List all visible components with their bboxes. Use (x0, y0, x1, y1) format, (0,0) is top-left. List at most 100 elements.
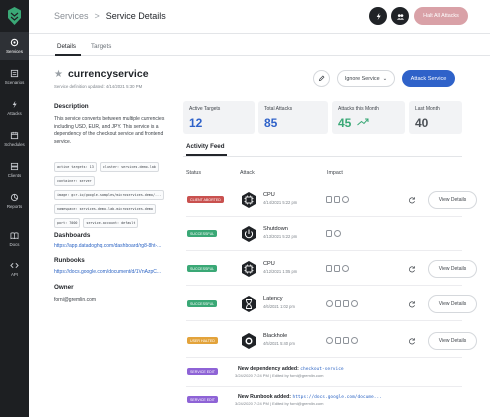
impact-doc-icon (334, 265, 340, 272)
view-details-button[interactable]: View Details (428, 332, 477, 350)
attack-time: 4/12/2021 1:05 pm (263, 269, 298, 274)
attack-name: Blackhole (263, 333, 288, 339)
attack-name: CPU (263, 261, 275, 267)
table-row: USER HALTED Blackhole 4/5/2021 5:40 pm V… (183, 326, 477, 358)
tag: cluster: services-demo-lab (99, 162, 159, 172)
impact-doc-icon (326, 230, 332, 237)
row-divider (186, 320, 462, 321)
shutdown-attack-icon (242, 226, 256, 242)
impact-doc-icon (343, 337, 349, 344)
sidebar-item-api[interactable]: API (0, 255, 29, 283)
table-row: SUCCESSFUL Shutdown 4/13/2021 5:22 pm (183, 219, 462, 251)
view-details-button[interactable]: View Details (428, 295, 477, 313)
clients-icon (10, 162, 19, 171)
event-title: New dependency added: checkout-service (238, 366, 344, 372)
impact-doc-icon (326, 196, 332, 203)
attack-service-button[interactable]: Attack Service (402, 70, 455, 87)
tab-targets[interactable]: Targets (91, 43, 111, 50)
sidebar-item-label: Clients (7, 173, 22, 178)
view-details-button[interactable]: View Details (428, 260, 477, 278)
stat-value: 85 (264, 116, 278, 130)
breadcrumb-separator: > (94, 11, 100, 21)
halt-all-attacks-button[interactable]: Halt All Attacks (414, 7, 468, 25)
table-row: SUCCESSFUL Latency 4/6/2021 1:02 pm View… (183, 289, 477, 321)
breadcrumb-services-link[interactable]: Services (54, 11, 89, 21)
status-badge: SUCCESSFUL (187, 265, 218, 272)
impact-circle-icon (334, 230, 341, 237)
top-header: Services > Service Details Halt All Atta… (29, 0, 490, 34)
owner-heading: Owner (54, 284, 74, 291)
tab-activity-feed[interactable]: Activity Feed (186, 143, 225, 150)
view-details-button[interactable]: View Details (428, 191, 477, 209)
stat-card-active-targets: Active Targets 12 (183, 101, 255, 134)
event-code: https://docs.google.com/docume... (292, 395, 382, 400)
chevron-down-icon: ⌄ (382, 75, 388, 82)
team-icon (396, 13, 404, 20)
sidebar-item-docs[interactable]: Docs (0, 225, 29, 253)
pencil-icon (318, 75, 325, 82)
impact-circle-icon (351, 337, 358, 344)
tag: container: server (54, 176, 95, 186)
sidebar-item-clients[interactable]: Clients (0, 156, 29, 184)
dashboard-link[interactable]: https://app.datadoghq.com/dashboard/rg8-… (54, 243, 161, 249)
impact-icons (326, 230, 341, 237)
event-code: checkout-service (300, 367, 344, 372)
tab-details[interactable]: Details (57, 43, 76, 50)
row-divider (186, 357, 462, 358)
impact-doc-icon (334, 196, 340, 203)
status-badge: SUCCESSFUL (187, 230, 218, 237)
row-divider (186, 386, 462, 387)
activity-event: SERVICE EDIT New dependency added: check… (183, 360, 462, 387)
attacks-icon (12, 100, 17, 109)
row-divider (186, 250, 462, 251)
sidebar-item-label: API (10, 272, 19, 277)
status-badge: SUCCESSFUL (187, 300, 218, 307)
calendar-icon (10, 131, 19, 140)
stat-label: Attacks this Month (338, 106, 379, 112)
event-subtext: 3/24/2020 7:24 PM | Edited by forni@grem… (235, 373, 324, 378)
docs-icon (10, 232, 19, 240)
impact-doc-icon (326, 265, 332, 272)
cpu-attack-icon (242, 192, 256, 208)
attack-time: 4/13/2021 5:22 pm (263, 234, 298, 239)
sidebar-item-scenarios[interactable]: Scenarios (0, 63, 29, 91)
description-heading: Description (54, 103, 89, 110)
sidebar-item-label: Attacks (7, 111, 22, 116)
page-title: Service Details (105, 11, 166, 21)
sidebar-item-schedules[interactable]: Schedules (0, 125, 29, 153)
attack-name: Latency (263, 296, 283, 302)
blackhole-attack-icon (242, 333, 256, 349)
ignore-service-dropdown[interactable]: Ignore Service ⌄ (337, 70, 395, 87)
reports-icon (10, 193, 19, 202)
team-menu-button[interactable] (391, 7, 409, 25)
table-row: CLIENT ABORTED CPU 4/14/2021 5:22 pm Vie… (183, 185, 477, 217)
halt-bolt-button[interactable] (369, 7, 387, 25)
activity-event: SERVICE EDIT New Runbook added: https://… (183, 388, 462, 415)
services-icon (10, 38, 19, 47)
runbook-link[interactable]: https://docs.google.com/document/d/1VnAz… (54, 269, 161, 275)
impact-icons (326, 196, 349, 203)
sidebar-item-services[interactable]: Services (0, 32, 29, 60)
edit-service-button[interactable] (313, 70, 330, 87)
event-title-text: New dependency added: (238, 366, 299, 372)
sidebar-item-attacks[interactable]: Attacks (0, 94, 29, 122)
rerun-icon[interactable] (408, 300, 416, 308)
service-name: currencyservice (67, 68, 149, 80)
code-icon (10, 262, 19, 269)
impact-icons (326, 337, 358, 344)
event-badge: SERVICE EDIT (187, 368, 218, 375)
impact-icons (326, 300, 358, 307)
rerun-icon[interactable] (408, 337, 416, 345)
rerun-icon[interactable] (408, 265, 416, 273)
rerun-icon[interactable] (408, 196, 416, 204)
tag: namespace: services-demo-lab-microservic… (54, 204, 156, 214)
event-badge: SERVICE EDIT (187, 396, 218, 403)
impact-icons (326, 265, 349, 272)
sidebar-item-reports[interactable]: Reports (0, 187, 29, 215)
tag: port: 7000 (54, 218, 81, 228)
page-tabs: Details Targets (29, 36, 490, 56)
runbooks-heading: Runbooks (54, 257, 85, 264)
status-badge: USER HALTED (187, 337, 218, 344)
star-icon[interactable]: ★ (54, 69, 63, 80)
column-header-impact: Impact (327, 170, 343, 176)
